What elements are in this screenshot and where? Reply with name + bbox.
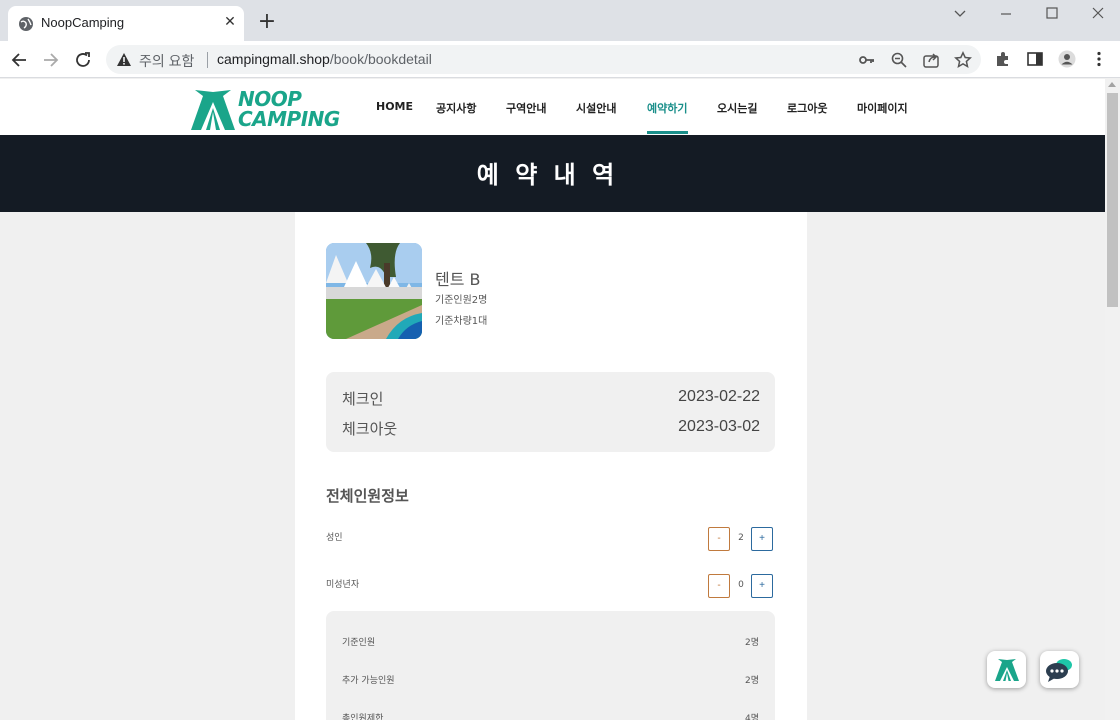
page-scrollbar[interactable] xyxy=(1105,79,1120,720)
page-banner: 예 약 내 역 xyxy=(0,135,1105,212)
url-path: /book/bookdetail xyxy=(329,51,432,67)
warning-icon[interactable] xyxy=(116,52,132,67)
url-host: campingmall.shop xyxy=(217,51,330,67)
bookmark-star-icon[interactable] xyxy=(954,51,972,69)
checkin-date: 2023-02-22 xyxy=(678,388,760,405)
summary-value: 4명 xyxy=(744,714,759,720)
side-panel-icon[interactable] xyxy=(1026,50,1044,68)
minor-increase-button[interactable]: + xyxy=(751,574,773,598)
site-header: NOOP CAMPING HOME 공지사항 구역안내 시설안내 예약하기 오시… xyxy=(0,79,1105,135)
nav-home[interactable]: HOME xyxy=(376,100,413,113)
maximize-icon[interactable] xyxy=(1040,4,1064,24)
close-tab-icon[interactable]: ✕ xyxy=(222,14,238,30)
nav-directions[interactable]: 오시는길 xyxy=(717,100,757,116)
nav-reservation[interactable]: 예약하기 xyxy=(647,100,687,116)
back-icon[interactable] xyxy=(8,49,30,71)
nav-facility-info[interactable]: 시설안내 xyxy=(576,100,616,116)
nav-notice[interactable]: 공지사항 xyxy=(436,100,476,116)
floating-chat-button[interactable] xyxy=(1040,651,1079,688)
tent-logo-icon xyxy=(191,90,235,130)
page-title: 예 약 내 역 xyxy=(476,161,619,189)
stay-dates: 체크인 2023-02-22 체크아웃 2023-03-02 xyxy=(326,372,775,452)
summary-label: 추가 가능인원 xyxy=(342,676,395,686)
share-icon[interactable] xyxy=(922,51,940,69)
campsite-name: 텐트 B xyxy=(435,270,481,289)
tent-logo-icon xyxy=(995,659,1019,681)
nav-zone-info[interactable]: 구역안내 xyxy=(506,100,546,116)
browser-tab-strip: NoopCamping ✕ + xyxy=(0,0,1120,41)
logo-line2: CAMPING xyxy=(238,107,340,131)
checkout-label: 체크아웃 xyxy=(342,420,398,438)
site-logo[interactable]: NOOP CAMPING xyxy=(191,89,340,131)
divider xyxy=(207,52,208,68)
new-tab-icon[interactable]: + xyxy=(255,11,279,35)
more-menu-icon[interactable] xyxy=(1090,50,1108,68)
browser-toolbar: 주의 요함 campingmall.shop/book/bookdetail xyxy=(0,41,1120,78)
checkout-date: 2023-03-02 xyxy=(678,418,760,435)
url-text[interactable]: campingmall.shop/book/bookdetail xyxy=(217,51,432,67)
booking-detail-card: 텐트 B 기준인원2명 기준차량1대 체크인 2023-02-22 체크아웃 2… xyxy=(295,212,807,720)
adult-decrease-button[interactable]: - xyxy=(708,527,730,551)
summary-label: 총인원제한 xyxy=(342,714,384,720)
globe-icon xyxy=(19,17,33,31)
base-cars: 기준차량1대 xyxy=(435,316,488,327)
minor-decrease-button[interactable]: - xyxy=(708,574,730,598)
address-bar[interactable]: 주의 요함 campingmall.shop/book/bookdetail xyxy=(106,45,981,74)
floating-home-button[interactable] xyxy=(987,651,1026,688)
adult-count: 2 xyxy=(738,533,744,543)
minor-count: 0 xyxy=(738,580,744,590)
browser-tab[interactable]: NoopCamping ✕ xyxy=(8,6,244,41)
summary-value: 2명 xyxy=(744,676,759,686)
nav-logout[interactable]: 로그아웃 xyxy=(787,100,827,116)
summary-label: 기준인원 xyxy=(342,638,376,648)
tab-search-icon[interactable] xyxy=(948,4,972,24)
logo-wordmark: NOOP CAMPING xyxy=(238,89,340,129)
reload-icon[interactable] xyxy=(72,49,94,71)
key-icon[interactable] xyxy=(858,51,876,69)
campsite-photo xyxy=(326,243,422,339)
extensions-icon[interactable] xyxy=(994,50,1012,68)
profile-avatar-icon[interactable] xyxy=(1058,50,1076,68)
scroll-up-icon[interactable] xyxy=(1108,82,1116,87)
adult-increase-button[interactable]: + xyxy=(751,527,773,551)
logo-line1: NOOP xyxy=(238,87,302,111)
checkin-label: 체크인 xyxy=(342,390,384,408)
minor-label: 미성년자 xyxy=(326,580,360,590)
campsite-thumbnail xyxy=(326,243,422,339)
close-window-icon[interactable] xyxy=(1086,4,1110,24)
base-people: 기준인원2명 xyxy=(435,295,488,306)
scrollbar-thumb[interactable] xyxy=(1107,93,1118,307)
adult-label: 성인 xyxy=(326,533,343,543)
forward-icon[interactable] xyxy=(40,49,62,71)
tab-title: NoopCamping xyxy=(41,15,125,30)
minimize-icon[interactable] xyxy=(994,4,1018,24)
security-warning[interactable]: 주의 요함 xyxy=(139,51,194,71)
chat-icon xyxy=(1046,659,1072,682)
capacity-summary: 기준인원 2명 추가 가능인원 2명 총인원제한 4명 xyxy=(326,611,775,720)
guest-info-title: 전체인원정보 xyxy=(326,487,409,505)
zoom-icon[interactable] xyxy=(890,51,908,69)
active-nav-indicator xyxy=(647,131,688,134)
nav-mypage[interactable]: 마이페이지 xyxy=(857,100,908,116)
summary-value: 2명 xyxy=(744,638,759,648)
